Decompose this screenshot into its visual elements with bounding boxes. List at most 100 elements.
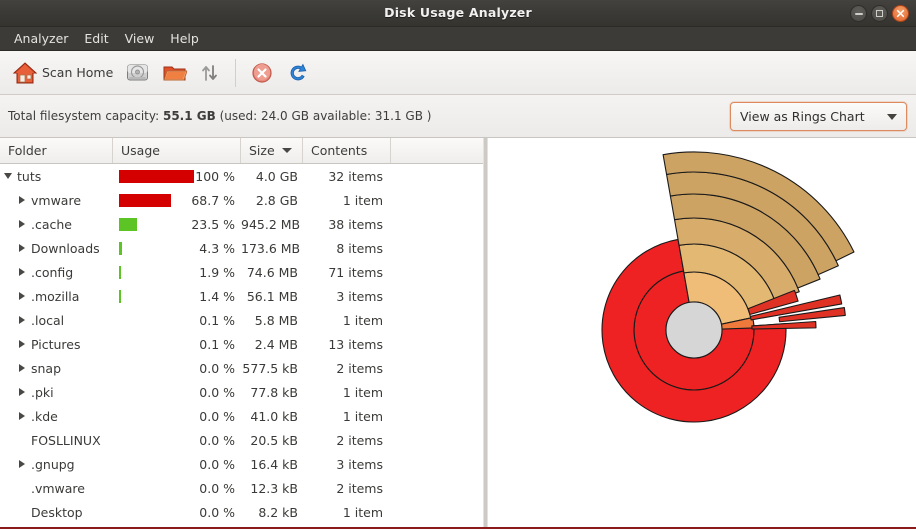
table-row[interactable]: .vmware 0.0 % 12.3 kB 2 items — [0, 476, 483, 500]
cell-size: 56.1 MB — [246, 288, 298, 304]
expand-arrow-icon[interactable] — [14, 460, 29, 468]
title-bar[interactable]: Disk Usage Analyzer — [0, 0, 916, 27]
table-row[interactable]: .cache 23.5 % 945.2 MB 38 items — [0, 212, 483, 236]
minimize-button[interactable] — [850, 5, 867, 22]
scan-remote-button[interactable] — [193, 54, 227, 92]
expand-arrow-icon[interactable] — [14, 244, 29, 252]
toolbar-separator — [235, 58, 237, 87]
ring-slice-sliver-4[interactable] — [751, 320, 817, 330]
table-row[interactable]: .local 0.1 % 5.8 MB 1 item — [0, 308, 483, 332]
expand-arrow-icon[interactable] — [14, 388, 29, 396]
column-header-folder[interactable]: Folder — [0, 138, 113, 163]
cell-contents: 8 items — [336, 240, 383, 256]
disk-usage-analyzer-window: Disk Usage Analyzer Analyzer Edit View H… — [0, 0, 916, 529]
folder-name: .kde — [31, 408, 58, 424]
cell-folder: .pki — [0, 385, 113, 400]
cell-contents: 2 items — [336, 480, 383, 496]
table-row[interactable]: Downloads 4.3 % 173.6 MB 8 items — [0, 236, 483, 260]
usage-percent: 1.4 % — [199, 288, 235, 304]
capacity-value: 55.1 GB — [162, 109, 216, 123]
refresh-button[interactable] — [280, 54, 316, 92]
expand-arrow-icon[interactable] — [14, 292, 29, 300]
table-row[interactable]: tuts 100 % 4.0 GB 32 items — [0, 164, 483, 188]
stop-button[interactable] — [244, 54, 280, 92]
folder-name: Downloads — [31, 240, 100, 256]
hard-disk-icon — [127, 64, 149, 81]
column-header-size[interactable]: Size — [241, 138, 303, 163]
cell-contents: 38 items — [328, 216, 383, 232]
view-mode-dropdown[interactable]: View as Rings Chart — [730, 102, 907, 131]
cell-size: 12.3 kB — [250, 480, 298, 496]
menu-analyzer[interactable]: Analyzer — [6, 29, 76, 48]
triangle-right-icon — [18, 292, 25, 300]
rings-chart[interactable] — [488, 138, 916, 528]
status-bar: Total filesystem capacity: 55.1 GB (used… — [0, 95, 916, 138]
cell-folder: .local — [0, 313, 113, 328]
usage-bar — [119, 241, 123, 255]
collapse-arrow-icon[interactable] — [0, 173, 15, 179]
triangle-right-icon — [18, 388, 25, 396]
expand-arrow-icon[interactable] — [14, 412, 29, 420]
cell-folder: Downloads — [0, 241, 113, 256]
table-row[interactable]: .kde 0.0 % 41.0 kB 1 item — [0, 404, 483, 428]
folder-name: .cache — [31, 216, 72, 232]
table-row[interactable]: .mozilla 1.4 % 56.1 MB 3 items — [0, 284, 483, 308]
expand-arrow-icon[interactable] — [14, 364, 29, 372]
column-header-contents[interactable]: Contents — [303, 138, 391, 163]
column-header-folder-label: Folder — [8, 143, 47, 158]
table-row[interactable]: .gnupg 0.0 % 16.4 kB 3 items — [0, 452, 483, 476]
usage-percent: 0.1 % — [199, 336, 235, 352]
table-row[interactable]: Desktop 0.0 % 8.2 kB 1 item — [0, 500, 483, 524]
cell-folder: Desktop — [0, 505, 113, 520]
cell-usage: 4.3 % — [113, 241, 241, 256]
usage-percent: 23.5 % — [191, 216, 235, 232]
table-row[interactable]: .config 1.9 % 74.6 MB 71 items — [0, 260, 483, 284]
folder-name: Pictures — [31, 336, 81, 352]
cell-usage: 0.0 % — [113, 433, 241, 448]
cell-folder: Pictures — [0, 337, 113, 352]
menu-bar: Analyzer Edit View Help — [0, 27, 916, 51]
expand-arrow-icon[interactable] — [14, 340, 29, 348]
expand-arrow-icon[interactable] — [14, 220, 29, 228]
close-icon — [896, 9, 905, 18]
cell-contents: 1 item — [342, 504, 383, 520]
triangle-right-icon — [18, 340, 25, 348]
cell-size: 77.8 kB — [250, 384, 298, 400]
table-row[interactable]: Pictures 0.1 % 2.4 MB 13 items — [0, 332, 483, 356]
scan-home-button[interactable]: Scan Home — [6, 54, 119, 92]
cell-size: 2.4 MB — [254, 336, 298, 352]
expand-arrow-icon[interactable] — [14, 196, 29, 204]
cell-contents: 1 item — [342, 192, 383, 208]
column-header-usage[interactable]: Usage — [113, 138, 241, 163]
table-row[interactable]: snap 0.0 % 577.5 kB 2 items — [0, 356, 483, 380]
chart-center-hub[interactable] — [665, 301, 723, 359]
expand-arrow-icon[interactable] — [14, 268, 29, 276]
folder-name: .gnupg — [31, 456, 75, 472]
expand-arrow-icon[interactable] — [14, 316, 29, 324]
scan-device-button[interactable] — [119, 54, 156, 92]
usage-percent: 0.0 % — [199, 504, 235, 520]
rings-chart-pane[interactable] — [488, 138, 916, 528]
folder-name: FOSLLINUX — [31, 432, 101, 448]
table-row[interactable]: Templates0.0 %4.1 kB0 items — [0, 524, 483, 527]
menu-help[interactable]: Help — [162, 29, 207, 48]
cell-size: 4.0 GB — [255, 168, 298, 184]
cell-contents: 2 items — [336, 432, 383, 448]
triangle-right-icon — [18, 268, 25, 276]
scan-folder-button[interactable] — [156, 54, 193, 92]
usage-bar — [119, 289, 121, 303]
table-row[interactable]: FOSLLINUX 0.0 % 20.5 kB 2 items — [0, 428, 483, 452]
table-row[interactable]: .pki 0.0 % 77.8 kB 1 item — [0, 380, 483, 404]
table-row[interactable]: vmware 68.7 % 2.8 GB 1 item — [0, 188, 483, 212]
toolbar: Scan Home — [0, 51, 916, 95]
close-button[interactable] — [892, 5, 909, 22]
cell-size: 945.2 MB — [241, 216, 301, 232]
cell-size: 5.8 MB — [254, 312, 298, 328]
menu-view[interactable]: View — [117, 29, 163, 48]
capacity-suffix: (used: 24.0 GB available: 31.1 GB ) — [215, 109, 432, 123]
menu-edit[interactable]: Edit — [76, 29, 116, 48]
cell-usage: 100 % — [113, 169, 241, 184]
maximize-button[interactable] — [871, 5, 888, 22]
chevron-down-icon — [887, 113, 897, 120]
usage-percent: 0.0 % — [199, 384, 235, 400]
